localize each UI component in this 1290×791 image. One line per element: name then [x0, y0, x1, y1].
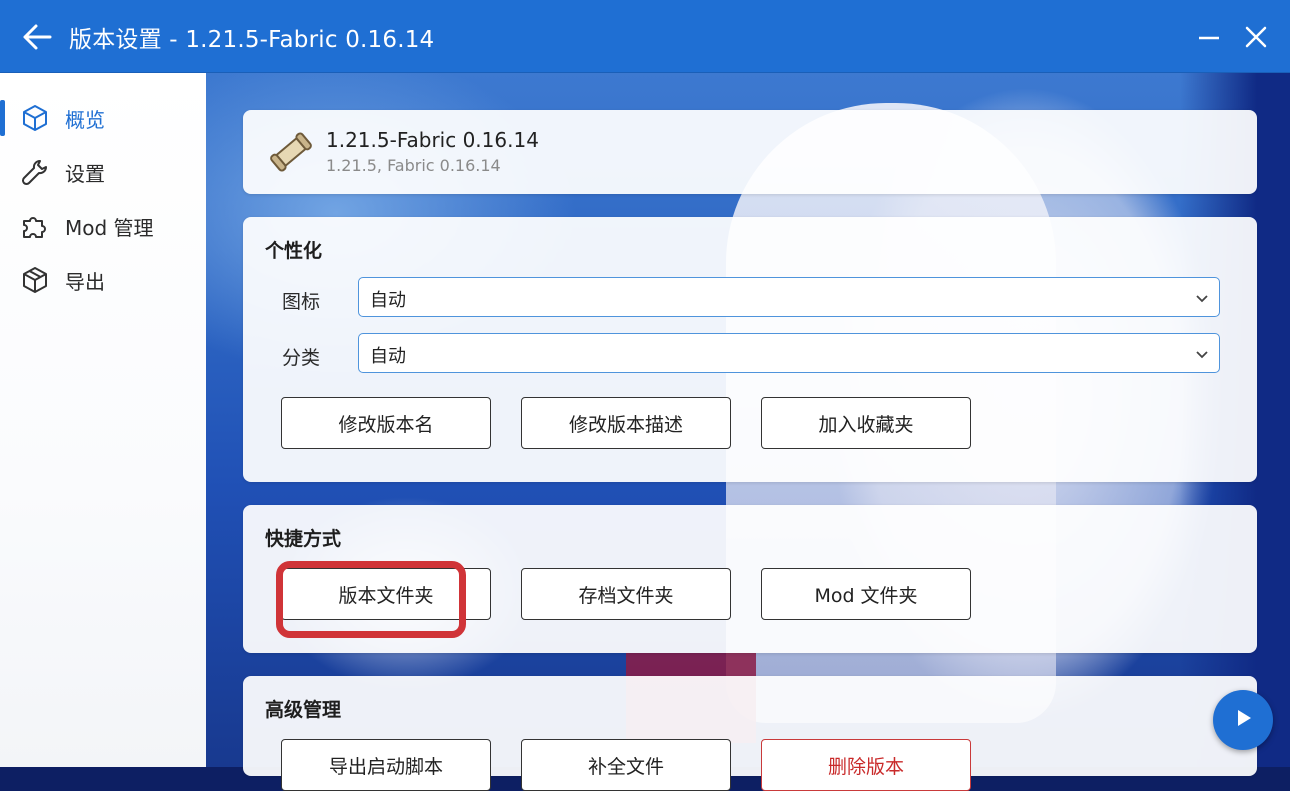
minimize-icon[interactable] — [1196, 22, 1222, 52]
wrench-icon — [18, 155, 52, 189]
sidebar-item-label: Mod 管理 — [65, 215, 154, 240]
mods-folder-button[interactable]: Mod 文件夹 — [761, 568, 971, 620]
title-bar: 版本设置 - 1.21.5-Fabric 0.16.14 — [0, 0, 1290, 73]
saves-folder-button[interactable]: 存档文件夹 — [521, 568, 731, 620]
cube-icon — [18, 101, 52, 135]
add-favorite-button[interactable]: 加入收藏夹 — [761, 397, 971, 449]
window-title: 版本设置 - 1.21.5-Fabric 0.16.14 — [69, 27, 435, 53]
delete-version-button[interactable]: 删除版本 — [761, 739, 971, 791]
chevron-down-icon — [1195, 290, 1209, 304]
sidebar-item-overview[interactable]: 概览 — [18, 98, 198, 138]
section-title: 快捷方式 — [265, 528, 342, 550]
icon-field-label: 图标 — [282, 291, 321, 313]
sidebar-item-label: 设置 — [65, 161, 105, 186]
complete-files-button[interactable]: 补全文件 — [521, 739, 731, 791]
sidebar-item-settings[interactable]: 设置 — [18, 152, 198, 192]
section-title: 高级管理 — [265, 699, 342, 721]
close-icon[interactable] — [1242, 22, 1270, 52]
category-select-value: 自动 — [370, 346, 406, 367]
icon-select[interactable]: 自动 — [358, 277, 1220, 317]
active-indicator — [0, 100, 5, 136]
category-select[interactable]: 自动 — [358, 333, 1220, 373]
scroll-icon — [267, 128, 315, 176]
version-card: 1.21.5-Fabric 0.16.14 1.21.5, Fabric 0.1… — [243, 110, 1257, 194]
play-icon — [1231, 706, 1255, 734]
edit-description-button[interactable]: 修改版本描述 — [521, 397, 731, 449]
shortcuts-card: 快捷方式 版本文件夹 存档文件夹 Mod 文件夹 — [243, 505, 1257, 653]
version-detail: 1.21.5, Fabric 0.16.14 — [326, 156, 501, 175]
chevron-down-icon — [1195, 346, 1209, 360]
box-icon — [18, 263, 52, 297]
section-title: 个性化 — [265, 240, 323, 262]
category-field-label: 分类 — [282, 347, 321, 369]
sidebar-item-label: 导出 — [65, 269, 105, 294]
rename-version-button[interactable]: 修改版本名 — [281, 397, 491, 449]
back-arrow-icon[interactable] — [20, 22, 54, 52]
launch-button[interactable] — [1213, 690, 1273, 750]
personalization-card: 个性化 图标 自动 分类 自动 修改版本名 修改版本描述 加入收藏夹 — [243, 217, 1257, 482]
sidebar-item-mod-management[interactable]: Mod 管理 — [18, 206, 198, 246]
sidebar-item-export[interactable]: 导出 — [18, 260, 198, 300]
version-name: 1.21.5-Fabric 0.16.14 — [326, 128, 539, 152]
puzzle-icon — [18, 209, 52, 243]
icon-select-value: 自动 — [370, 290, 406, 311]
export-script-button[interactable]: 导出启动脚本 — [281, 739, 491, 791]
advanced-card: 高级管理 导出启动脚本 补全文件 删除版本 — [243, 676, 1257, 791]
sidebar-item-label: 概览 — [65, 107, 105, 132]
version-folder-button[interactable]: 版本文件夹 — [281, 568, 491, 620]
sidebar: 概览 设置 Mod 管理 导出 — [0, 73, 206, 767]
